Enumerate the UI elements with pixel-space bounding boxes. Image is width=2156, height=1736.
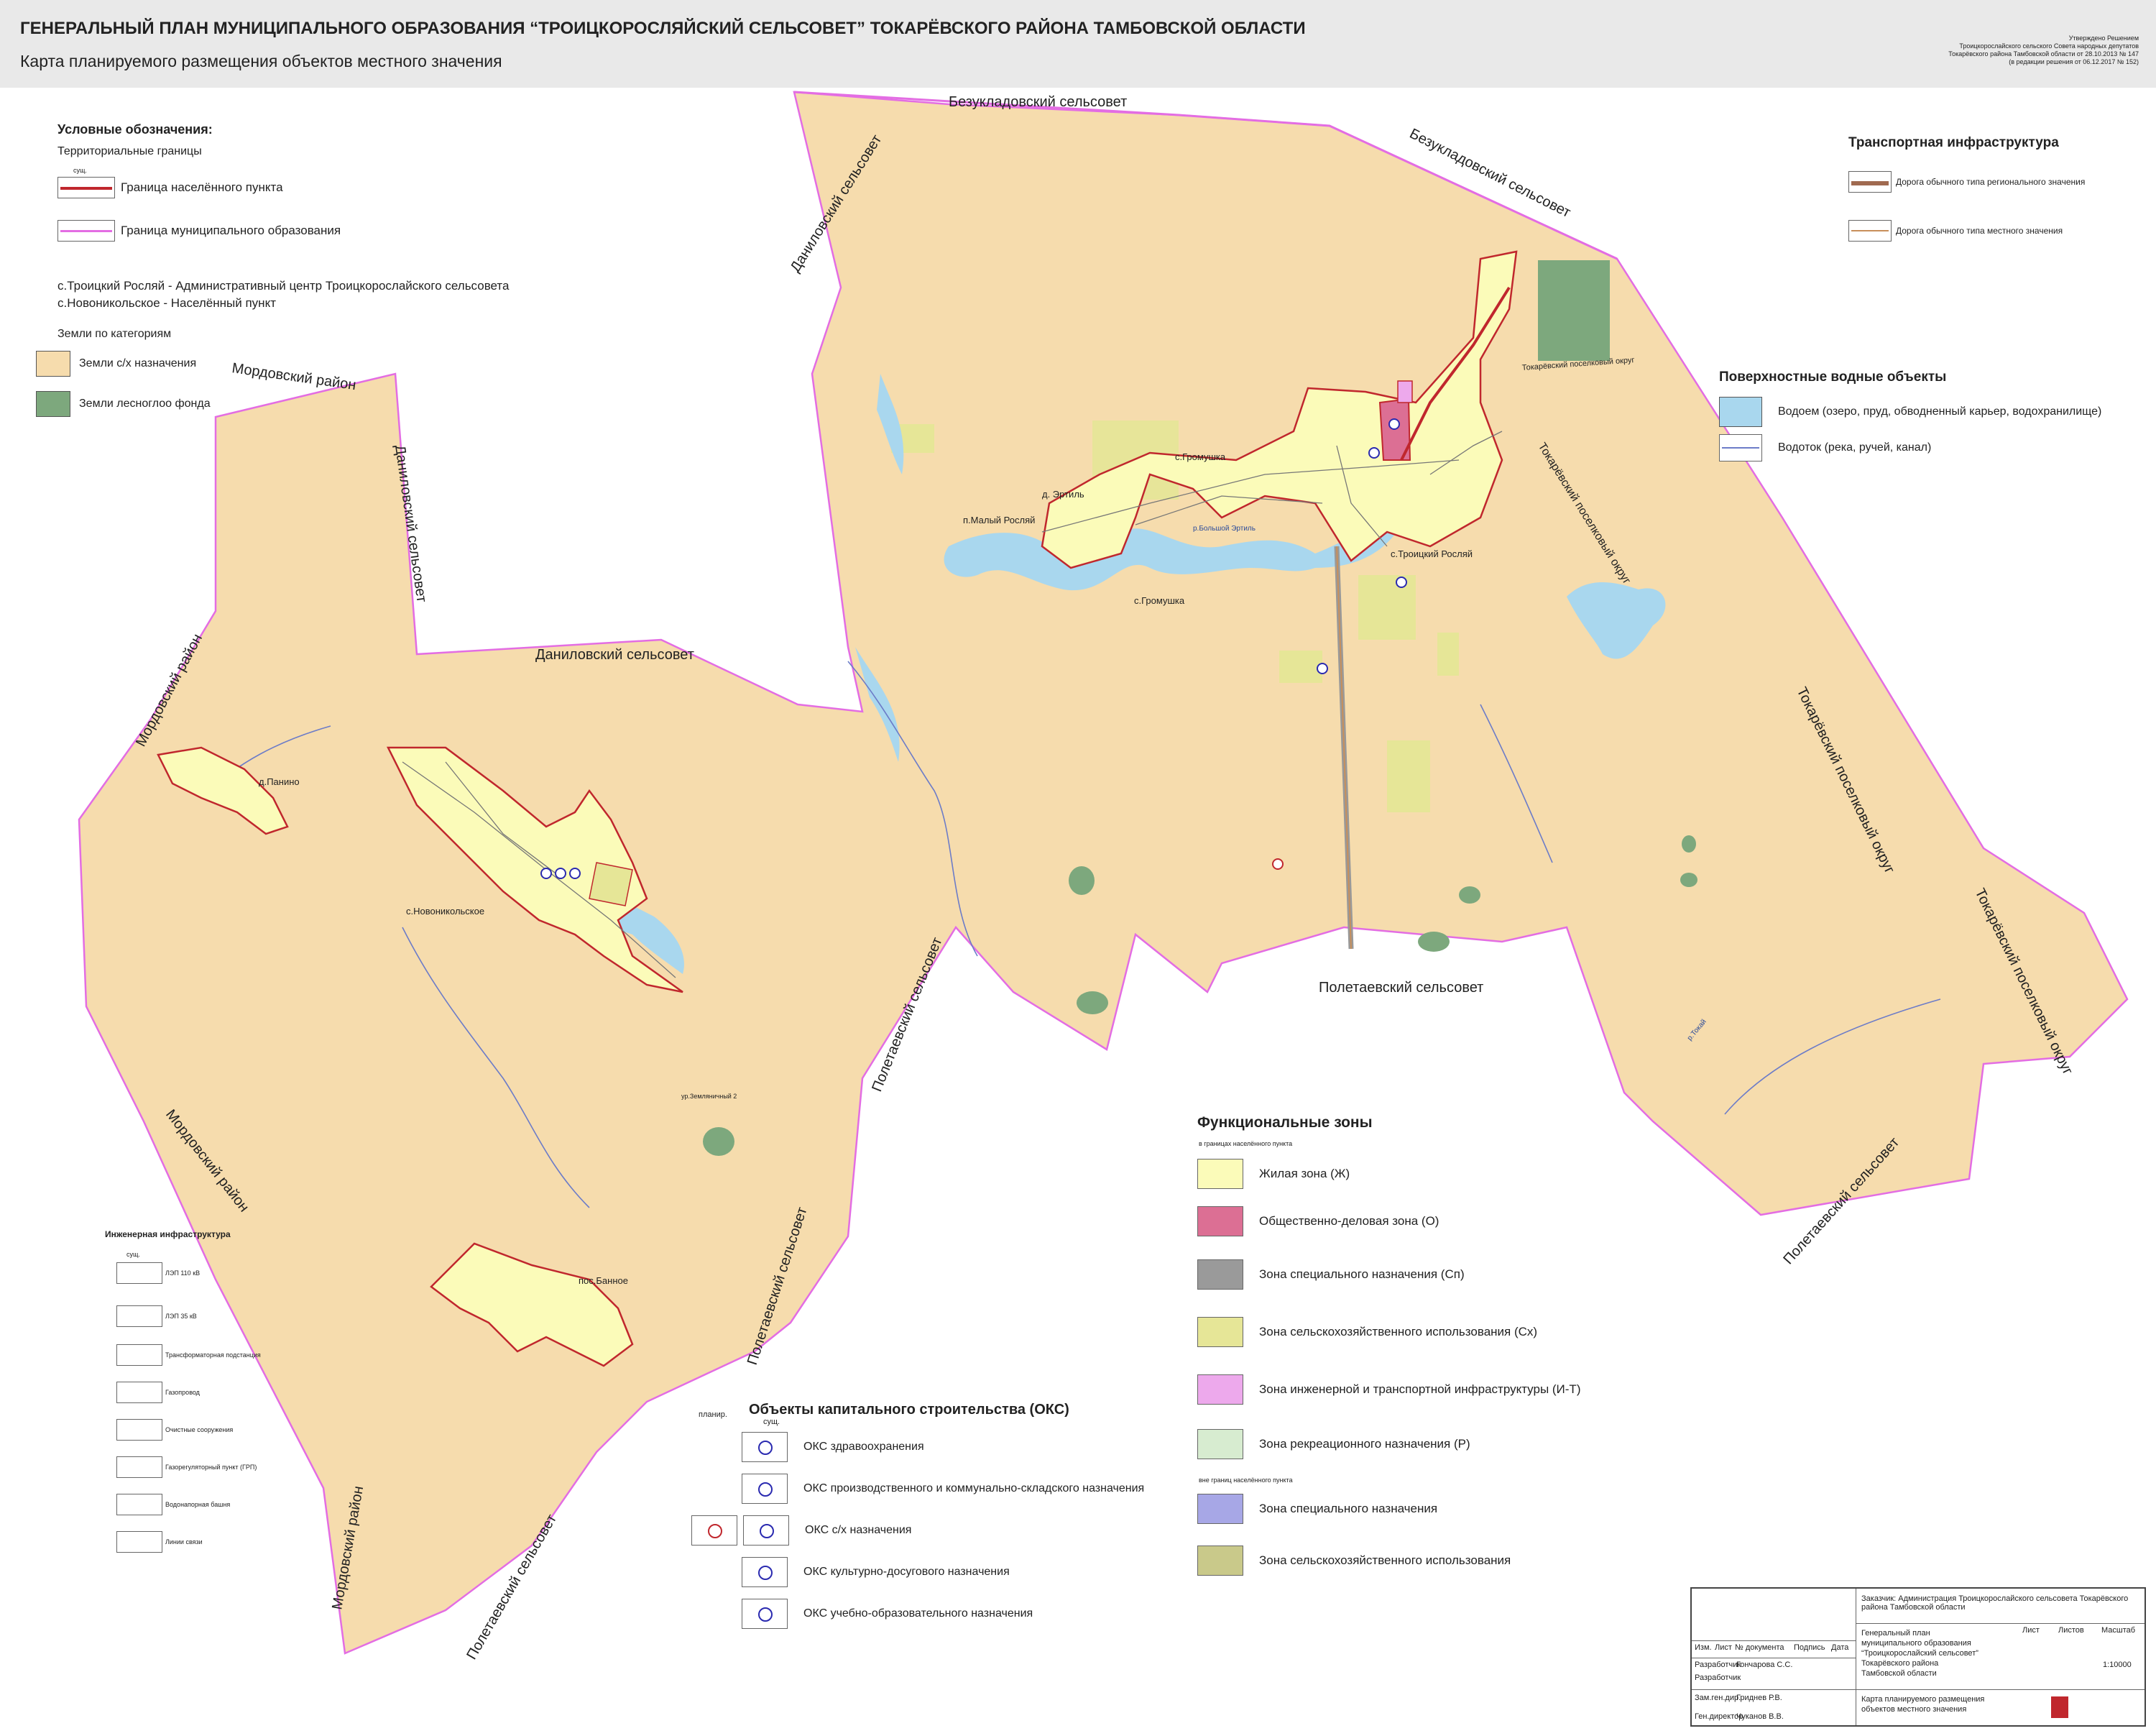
- oks-agri: ОКС с/х назначения: [691, 1515, 911, 1546]
- stamp-project-0: Генеральный план: [1861, 1629, 1930, 1638]
- label-bannoe: пос.Банное: [579, 1275, 628, 1286]
- oks-education: ОКС учебно-образовательного назначения: [742, 1599, 1033, 1629]
- map-title: ГЕНЕРАЛЬНЫЙ ПЛАН МУНИЦИПАЛЬНОГО ОБРАЗОВА…: [20, 19, 1306, 38]
- stamp-sheet: Лист: [2022, 1626, 2040, 1635]
- stamp-sheet-title-0: Карта планируемого размещения: [1861, 1695, 1985, 1704]
- stamp-name-0: Гончарова С.С.: [1736, 1661, 1793, 1669]
- legend-reservoir: Водоем (озеро, пруд, обводненный карьер,…: [1719, 397, 2101, 427]
- stamp-col-0: Изм.: [1695, 1643, 1712, 1652]
- stamp-role-1: Разработчик: [1695, 1673, 1741, 1682]
- label-gromushka-2: с.Громушка: [1134, 595, 1185, 606]
- zone-special: Зона специального назначения (Сп): [1197, 1259, 1465, 1290]
- legend-heading: Условные обозначения:: [57, 122, 213, 137]
- zone-agricultural: Зона сельскохозяйственного использования…: [1197, 1317, 1537, 1347]
- stamp-col-2: № документа: [1735, 1643, 1784, 1652]
- map-subtitle: Карта планируемого размещения объектов м…: [20, 52, 502, 70]
- forest-patch: [1538, 260, 1610, 361]
- legend-regional-road: Дорога обычного типа регионального значе…: [1848, 171, 2085, 193]
- title-block: Заказчик: Администрация Троицкорослайско…: [1690, 1587, 2146, 1727]
- label-danilovsky-mid: Даниловский сельсовет: [535, 647, 694, 663]
- approval-note: Утверждено Решением Троицкорослайского с…: [1948, 35, 2139, 65]
- label-ertil: д. Эртиль: [1042, 489, 1084, 500]
- stamp-sheets: Листов: [2058, 1626, 2084, 1635]
- stamp-customer: Заказчик: Администрация Троицкорослайско…: [1861, 1594, 2129, 1612]
- label-panino: д.Панино: [259, 776, 300, 787]
- label-gromushka-1: с.Громушка: [1175, 451, 1226, 462]
- zones-outside-note: вне границ населённого пункта: [1199, 1476, 1293, 1484]
- label-novonikolskoe: с.Новоникольское: [406, 906, 484, 917]
- zone-outside-special: Зона специального назначения: [1197, 1494, 1437, 1524]
- oks-planned: планир.: [699, 1410, 727, 1419]
- eng-lep35: ЛЭП 35 кВ: [116, 1305, 197, 1327]
- stamp-project-2: “Троицкорослайский сельсовет”: [1861, 1649, 1978, 1658]
- legend-center-note: с.Троицкий Росляй - Административный цен…: [57, 279, 510, 293]
- stamp-col-3: Подпись: [1794, 1643, 1825, 1652]
- legend-settlement-note: с.Новоникольское - Населённый пункт: [57, 296, 276, 310]
- legend-municipal-border: Граница муниципального образования: [57, 220, 341, 242]
- legend-territorial: Территориальные границы: [57, 145, 202, 157]
- eng-grp: Газорегуляторный пункт (ГРП): [116, 1456, 257, 1478]
- eng-treatment: Очистные сооружения: [116, 1419, 233, 1441]
- zones-heading: Функциональные зоны: [1197, 1114, 1373, 1131]
- label-bezukladovsky-top: Безукладовский сельсовет: [949, 94, 1127, 110]
- legend-stream: Водоток (река, ручей, канал): [1719, 434, 1931, 461]
- oks-health: ОКС здравоохранения: [742, 1432, 924, 1462]
- zone-public-business: Общественно-деловая зона (О): [1197, 1206, 1439, 1236]
- eng-gas: Газопровод: [116, 1382, 200, 1403]
- water-heading: Поверхностные водные объекты: [1719, 369, 1947, 385]
- oks-existing: сущ.: [763, 1418, 780, 1426]
- zone-recreation: Зона рекреационного назначения (Р): [1197, 1429, 1470, 1459]
- stamp-col-4: Дата: [1831, 1643, 1849, 1652]
- label-poletaevsky-1: Полетаевский сельсовет: [1319, 980, 1483, 996]
- stamp-role-2: Зам.ген.дир.: [1695, 1694, 1741, 1702]
- legend-land-heading: Земли по категориям: [57, 328, 172, 340]
- zone-outside-agricultural: Зона сельскохозяйственного использования: [1197, 1546, 1511, 1576]
- zone-residential: Жилая зона (Ж): [1197, 1159, 1350, 1189]
- label-troitsky: с.Троицкий Росляй: [1391, 548, 1473, 559]
- label-river-ertil: р.Большой Эртиль: [1193, 525, 1256, 533]
- oks-heading: Объекты капитального строительства (ОКС): [749, 1402, 1069, 1418]
- legend-agri-land: Земли с/х назначения: [36, 351, 196, 377]
- stamp-col-1: Лист: [1715, 1643, 1732, 1652]
- label-maly-roslyay: п.Малый Росляй: [963, 515, 1035, 525]
- stamp-project-3: Токарёвского района: [1861, 1659, 1939, 1668]
- transport-heading: Транспортная инфраструктура: [1848, 135, 2059, 150]
- stamp-scale-label: Масштаб: [2101, 1626, 2136, 1635]
- stamp-scale: 1:10000: [2103, 1661, 2132, 1669]
- stamp-sheet-title-1: объектов местного значения: [1861, 1705, 1967, 1714]
- company-logo: [2051, 1696, 2068, 1718]
- stamp-project-4: Тамбовской области: [1861, 1669, 1937, 1678]
- stamp-name-2: Гриднев Р.В.: [1736, 1694, 1782, 1702]
- label-zemlyanichny: ур.Земляничный 2: [681, 1093, 737, 1100]
- eng-comm-lines: Линии связи: [116, 1531, 203, 1553]
- legend-forest-land: Земли лесноглоо фонда: [36, 391, 211, 417]
- engineering-col: сущ.: [126, 1251, 140, 1258]
- legend-main: Условные обозначения: Территориальные гр…: [57, 122, 575, 424]
- eng-water-tower: Водонапорная башня: [116, 1494, 230, 1515]
- legend-col-note: сущ.: [73, 167, 87, 174]
- stamp-name-3: Чуканов В.В.: [1736, 1712, 1784, 1721]
- eng-transformer: Трансформаторная подстанция: [116, 1344, 261, 1366]
- legend-local-road: Дорога обычного типа местного значения: [1848, 220, 2063, 242]
- legend-settlement-border: Граница населённого пункта: [57, 177, 283, 198]
- zones-inside-note: в границах населённого пункта: [1199, 1140, 1293, 1147]
- oks-industrial: ОКС производственного и коммунально-скла…: [742, 1474, 1144, 1504]
- zone-infrastructure: Зона инженерной и транспортной инфрастру…: [1197, 1374, 1580, 1405]
- header-band: ГЕНЕРАЛЬНЫЙ ПЛАН МУНИЦИПАЛЬНОГО ОБРАЗОВА…: [0, 0, 2156, 88]
- stamp-role-0: Разработчик: [1695, 1661, 1741, 1669]
- stamp-project-1: муниципального образования: [1861, 1639, 1971, 1648]
- eng-lep110: ЛЭП 110 кВ: [116, 1262, 200, 1284]
- engineering-heading: Инженерная инфраструктура: [105, 1229, 231, 1239]
- oks-culture: ОКС культурно-досугового назначения: [742, 1557, 1010, 1587]
